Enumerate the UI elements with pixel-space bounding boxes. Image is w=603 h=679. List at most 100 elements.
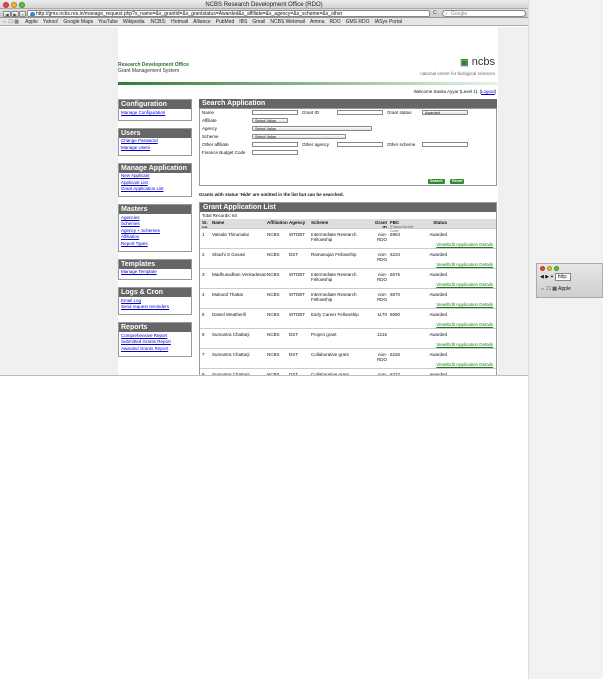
- bookmark-item[interactable]: Alliance: [193, 19, 211, 25]
- hide-status-note: Grants with status 'Hide' are omitted in…: [199, 192, 344, 197]
- sidebar-section-title: Manage Application: [119, 163, 191, 173]
- scheme-select[interactable]: Select Value: [252, 134, 346, 139]
- cell-sr: 3: [202, 272, 205, 277]
- empty-window-area: [0, 375, 528, 679]
- cell-agency: WTDBT: [289, 272, 305, 277]
- bg-close-button[interactable]: [540, 266, 545, 271]
- sidebar-section: Reports Comprehensive Report Submitted Gra…: [118, 322, 192, 357]
- main-content: Search Application Name Grant ID Grant s…: [199, 99, 497, 375]
- forward-button[interactable]: ▶: [11, 10, 19, 17]
- cell-sr: 6: [202, 332, 205, 337]
- window-title: NCBS Research Development Office (RDO): [205, 1, 323, 8]
- fbc-label: Finance Budget Code: [202, 150, 246, 155]
- cell-fbc: 6226: [390, 352, 401, 357]
- cell-fbc: 6675: [390, 272, 401, 277]
- search-input[interactable]: ⌕ Google: [442, 10, 526, 17]
- bookmark-item[interactable]: GMS RDO: [346, 19, 370, 25]
- table-header: Sr. no. Name Affiliation Agency Scheme G…: [200, 219, 496, 233]
- cell-sr: 2: [202, 252, 205, 257]
- view-edit-details-link[interactable]: View/Edit Application Details: [436, 242, 493, 247]
- grant-id-label: Grant ID: [302, 110, 320, 115]
- cell-grant-id: 1170: [377, 312, 387, 317]
- reading-list-icon[interactable]: ⇔ ☐ ▦: [2, 18, 19, 25]
- cell-agency: WTDBT: [289, 232, 305, 237]
- view-edit-details-link[interactable]: View/Edit Application Details: [436, 302, 493, 307]
- bookmark-item[interactable]: IASys Portal: [375, 19, 403, 25]
- cell-fbc: 6670: [390, 292, 401, 297]
- cell-sr: 1: [202, 232, 205, 237]
- grant-id-input[interactable]: [337, 110, 383, 115]
- address-bar[interactable]: http://gms.ncbs.res.in/manage_request.ph…: [27, 10, 430, 17]
- cell-affiliation: NCBS: [267, 252, 280, 257]
- fbc-input[interactable]: [252, 150, 298, 155]
- view-edit-details-link[interactable]: View/Edit Application Details: [436, 262, 493, 267]
- cell-grant-id: non-RDO: [377, 232, 387, 242]
- grant-status-select[interactable]: Awarded: [422, 110, 468, 115]
- col-status: Status: [433, 220, 447, 225]
- logo-subtitle: national centre for biological sciences: [420, 71, 495, 76]
- col-sr: Sr. no.: [202, 220, 209, 230]
- cell-sr: 4: [202, 292, 205, 297]
- other-agency-input[interactable]: [337, 142, 383, 147]
- view-edit-details-link[interactable]: View/Edit Application Details: [436, 342, 493, 347]
- cell-grant-id: non-RDO: [377, 252, 387, 262]
- reload-button[interactable]: C: [433, 10, 439, 17]
- cell-name: Shachi S Gosavi: [212, 252, 246, 257]
- cell-affiliation: NCBS: [267, 272, 280, 277]
- bookmark-item[interactable]: Hotmail: [171, 19, 188, 25]
- other-affiliate-label: Other affiliate: [202, 142, 229, 147]
- search-button[interactable]: Search: [428, 179, 445, 184]
- table-row: 2 Shachi S Gosavi NCBS DST Ramanujan Fellows…: [200, 248, 496, 268]
- bookmark-item[interactable]: Wikipedia: [123, 19, 145, 25]
- cell-affiliation: NCBS: [267, 312, 280, 317]
- cell-grant-id: non-RDO: [377, 292, 387, 302]
- cell-scheme: Intermediate Research Fellowship: [311, 272, 357, 282]
- bg-minimize-button[interactable]: [547, 266, 552, 271]
- other-agency-label: Other agency: [302, 142, 330, 147]
- cell-name: Mukund Thattai: [212, 292, 243, 297]
- bookmark-item[interactable]: Gmail: [252, 19, 265, 25]
- other-scheme-input[interactable]: [422, 142, 468, 147]
- sidebar-section-title: Logs & Cron: [119, 288, 191, 297]
- view-edit-details-link[interactable]: View/Edit Application Details: [436, 362, 493, 367]
- add-bookmark-button[interactable]: +: [19, 10, 26, 17]
- col-grant-id: Grant ID: [374, 220, 387, 230]
- affiliate-select[interactable]: Select Value: [252, 118, 288, 123]
- bookmark-item[interactable]: :NCBS:: [150, 19, 167, 25]
- welcome-message: Welcome Savita Ayyar (Level 1). [Logout]: [413, 89, 496, 94]
- sidebar-section: Logs & Cron Email Log Send request reminde…: [118, 287, 192, 315]
- bookmark-item[interactable]: Yahoo!: [43, 19, 58, 25]
- bookmark-item[interactable]: PubMed: [216, 19, 235, 25]
- bookmark-item[interactable]: IBS: [239, 19, 247, 25]
- table-row: 4 Mukund Thattai NCBS WTDBT Intermediate Res…: [200, 288, 496, 308]
- bookmark-item[interactable]: Apple: [25, 19, 38, 25]
- logo-mark-icon: ▣: [460, 57, 469, 67]
- agency-label: Agency: [202, 126, 218, 131]
- bookmark-item[interactable]: YouTube: [98, 19, 118, 25]
- browser-toolbar: ◀ ▶ + http://gms.ncbs.res.in/manage_requ…: [0, 9, 528, 18]
- other-affiliate-input[interactable]: [252, 142, 298, 147]
- cell-sr: 5: [202, 312, 205, 317]
- view-edit-details-link[interactable]: View/Edit Application Details: [436, 322, 493, 327]
- name-label: Name: [202, 110, 215, 115]
- bg-nav-buttons[interactable]: ◀ ▶ + http:: [540, 273, 571, 281]
- bookmark-item[interactable]: RDO: [329, 19, 340, 25]
- bookmark-item[interactable]: NCBS Webmail: [270, 19, 305, 25]
- reset-button[interactable]: Reset: [450, 179, 465, 184]
- agency-select[interactable]: Select Value: [252, 126, 372, 131]
- bookmark-item[interactable]: Amma: [310, 19, 324, 25]
- logout-link[interactable]: Logout: [481, 89, 495, 94]
- name-input[interactable]: [252, 110, 298, 115]
- view-edit-details-link[interactable]: View/Edit Application Details: [436, 282, 493, 287]
- affiliate-label: Affiliate: [202, 118, 217, 123]
- cell-affiliation: NCBS: [267, 352, 280, 357]
- cell-scheme: Intermediate Research Fellowship: [311, 292, 357, 302]
- background-browser-window[interactable]: ◀ ▶ + http: ⇔ ☐ ▦ Apple: [536, 263, 603, 298]
- col-name: Name: [212, 220, 225, 225]
- bg-zoom-button[interactable]: [554, 266, 559, 271]
- table-row: 5 Daniel Weatherill NCBS WTDBT Early Career …: [200, 308, 496, 328]
- back-button[interactable]: ◀: [3, 10, 11, 17]
- table-row: 3 Madhusudhan Venkadesan NCBS WTDBT Intermed…: [200, 268, 496, 288]
- bookmark-item[interactable]: Google Maps: [63, 19, 93, 25]
- site-header: Research Development Office Grant Manage…: [118, 56, 498, 85]
